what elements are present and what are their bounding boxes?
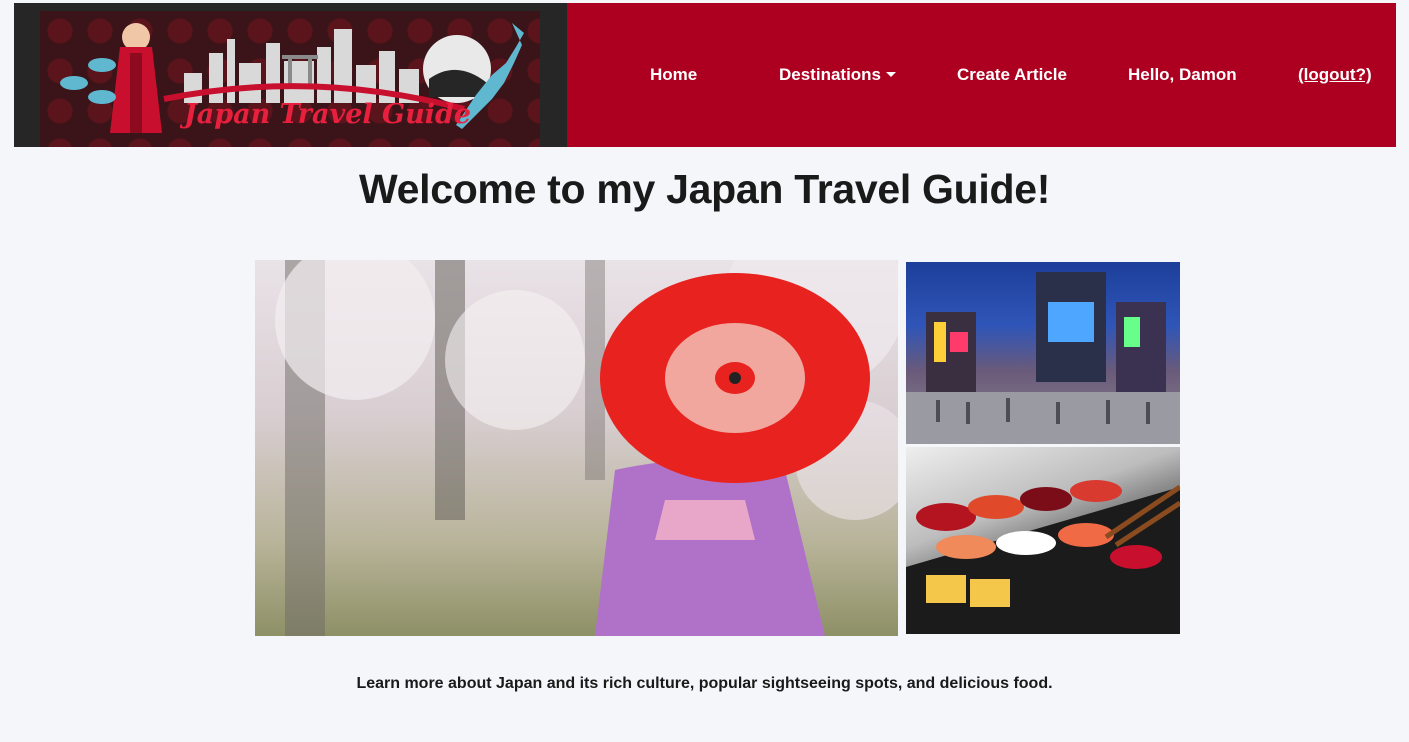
nav-destinations-dropdown[interactable]: Destinations bbox=[779, 65, 897, 85]
nav-home-link[interactable]: Home bbox=[650, 65, 697, 85]
logout-link[interactable]: (logout?) bbox=[1298, 65, 1372, 85]
sushi-photo-illustration bbox=[906, 480, 1180, 634]
top-navbar: Japan Travel Guide Home Destinations Cre… bbox=[14, 3, 1396, 147]
nav-create-article-link[interactable]: Create Article bbox=[957, 65, 1067, 85]
hero-photo-umbrella bbox=[255, 260, 898, 636]
intro-tagline: Learn more about Japan and its rich cult… bbox=[356, 675, 1053, 692]
umbrella-photo-illustration bbox=[275, 260, 898, 636]
nav-menu: Home Destinations Create Article Hello, … bbox=[567, 3, 1396, 147]
chevron-down-icon bbox=[886, 71, 897, 77]
city-photo-illustration bbox=[906, 272, 1180, 444]
site-logo[interactable]: Japan Travel Guide bbox=[14, 3, 567, 147]
user-greeting: Hello, Damon bbox=[1128, 65, 1237, 84]
photo-sushi-platter bbox=[906, 447, 1180, 634]
photo-shibuya-crossing bbox=[906, 262, 1180, 444]
nav-destinations-label: Destinations bbox=[779, 65, 882, 84]
logo-text: Japan Travel Guide bbox=[184, 99, 472, 130]
page-title: Welcome to my Japan Travel Guide! bbox=[358, 166, 1051, 212]
